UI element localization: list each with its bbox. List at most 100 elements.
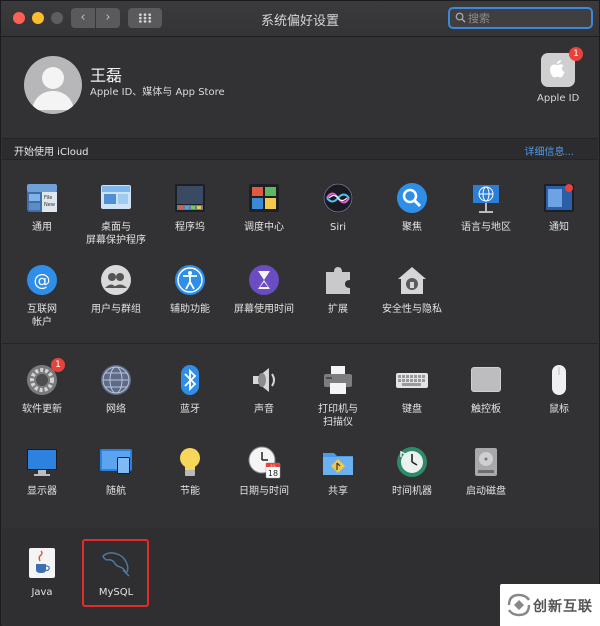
pane-label: Java: [31, 587, 53, 598]
calendar-month: JUL: [270, 464, 276, 468]
pane-dock[interactable]: 程序坞: [155, 181, 225, 234]
printer-icon: [321, 363, 355, 397]
user-avatar[interactable]: [24, 56, 82, 114]
pane-accessibility[interactable]: 辅助功能: [155, 263, 225, 316]
pane-label: 聚焦: [402, 222, 422, 233]
pane-mouse[interactable]: 鼠标: [524, 363, 594, 416]
lightbulb-icon: [173, 445, 207, 479]
pane-keyboard[interactable]: 键盘: [377, 363, 447, 416]
search-field[interactable]: [448, 7, 593, 29]
pane-label: 安全性与隐私: [382, 304, 442, 315]
sidecar-icon: [99, 445, 133, 479]
pane-spotlight[interactable]: 聚焦: [377, 181, 447, 234]
pane-label: 用户与群组: [91, 304, 141, 315]
apple-id-label: Apple ID: [537, 93, 580, 104]
pane-software-update[interactable]: 1 软件更新: [7, 358, 77, 416]
mission-control-icon: [247, 181, 281, 215]
speaker-icon: [247, 363, 281, 397]
pane-siri[interactable]: Siri: [303, 181, 373, 234]
pane-label: 打印机与 扫描仪: [318, 404, 358, 428]
pane-label: 辅助功能: [170, 304, 210, 315]
pane-label: 扩展: [328, 304, 348, 315]
java-cup-icon: [25, 546, 59, 580]
pane-energy-saver[interactable]: 节能: [155, 445, 225, 498]
pane-desktop-screensaver[interactable]: 桌面与 屏幕保护程序: [81, 181, 151, 247]
svg-text:File: File: [44, 195, 52, 201]
accessibility-icon: [173, 263, 207, 297]
pane-label: 蓝牙: [180, 404, 200, 415]
pane-label: 程序坞: [175, 222, 205, 233]
watermark: 创新互联: [500, 584, 600, 626]
pane-internet-accounts[interactable]: @ 互联网 帐户: [7, 263, 77, 329]
network-globe-icon: [99, 363, 133, 397]
pane-notifications[interactable]: 通知: [524, 181, 594, 234]
spotlight-icon: [395, 181, 429, 215]
pane-label: 通用: [32, 222, 52, 233]
icloud-prompt: 开始使用 iCloud: [14, 147, 89, 158]
title-bar: ‹ › 系统偏好设置: [1, 1, 599, 37]
desktop-screensaver-icon: [99, 181, 133, 215]
house-lock-icon: [395, 263, 429, 297]
pane-label: 时间机器: [392, 486, 432, 497]
pane-java[interactable]: Java: [7, 546, 77, 599]
pane-general[interactable]: File New 通用: [7, 181, 77, 234]
time-machine-icon: [395, 445, 429, 479]
pane-label: Siri: [329, 222, 346, 233]
pane-startup-disk[interactable]: 启动磁盘: [451, 445, 521, 498]
pane-label: 触控板: [471, 404, 501, 415]
selection-highlight: [82, 539, 149, 607]
puzzle-piece-icon: [321, 263, 355, 297]
icloud-banner: 开始使用 iCloud 详细信息...: [2, 138, 598, 160]
pane-users-groups[interactable]: 用户与群组: [81, 263, 151, 316]
section-divider: [2, 343, 598, 344]
pane-sharing[interactable]: 共享: [303, 445, 373, 498]
watermark-text: 创新互联: [533, 599, 593, 615]
clock-calendar-icon: JUL 18: [247, 445, 281, 479]
pane-date-time[interactable]: JUL 18 日期与时间: [229, 445, 299, 498]
icloud-details-link[interactable]: 详细信息...: [524, 143, 574, 158]
notifications-icon: [542, 181, 576, 215]
pane-language-region[interactable]: 语言与地区: [451, 181, 521, 234]
pane-displays[interactable]: 显示器: [7, 445, 77, 498]
pane-label: 显示器: [27, 486, 57, 497]
at-sign-icon: @: [25, 263, 59, 297]
hard-drive-icon: [469, 445, 503, 479]
pane-label: 互联网 帐户: [27, 304, 57, 328]
pane-network[interactable]: 网络: [81, 363, 151, 416]
keyboard-icon: [395, 363, 429, 397]
apple-id-pane[interactable]: 1: [541, 47, 583, 87]
siri-icon: [321, 181, 355, 215]
search-input[interactable]: [468, 10, 586, 27]
pane-label: 桌面与 屏幕保护程序: [86, 222, 146, 246]
pane-bluetooth[interactable]: 蓝牙: [155, 363, 225, 416]
gear-icon: 1: [25, 358, 65, 397]
pane-label: 节能: [180, 486, 200, 497]
pane-screen-time[interactable]: 屏幕使用时间: [229, 263, 299, 316]
pane-printers-scanners[interactable]: 打印机与 扫描仪: [303, 363, 373, 429]
person-silhouette-icon: [32, 67, 74, 110]
pane-label: 随航: [106, 486, 126, 497]
pane-sound[interactable]: 声音: [229, 363, 299, 416]
pane-label: 启动磁盘: [466, 486, 506, 497]
bluetooth-icon: [173, 363, 207, 397]
mouse-icon: [542, 363, 576, 397]
calendar-day: 18: [268, 469, 278, 478]
pane-label: 软件更新: [22, 404, 62, 415]
pane-label: 网络: [106, 404, 126, 415]
dock-icon: [173, 181, 207, 215]
pane-sidecar[interactable]: 随航: [81, 445, 151, 498]
pane-label: 通知: [549, 222, 569, 233]
svg-text:New: New: [44, 202, 55, 208]
pane-time-machine[interactable]: 时间机器: [377, 445, 447, 498]
svg-text:@: @: [34, 271, 51, 291]
globe-flag-icon: [469, 181, 503, 215]
update-badge: 1: [51, 358, 65, 372]
pane-mission-control[interactable]: 调度中心: [229, 181, 299, 234]
pane-extensions[interactable]: 扩展: [303, 263, 373, 316]
pane-label: 日期与时间: [239, 486, 289, 497]
general-icon: File New: [25, 181, 59, 215]
pane-label: 共享: [328, 486, 348, 497]
pane-trackpad[interactable]: 触控板: [451, 363, 521, 416]
pane-security-privacy[interactable]: 安全性与隐私: [377, 263, 447, 316]
pane-label: 调度中心: [244, 222, 284, 233]
